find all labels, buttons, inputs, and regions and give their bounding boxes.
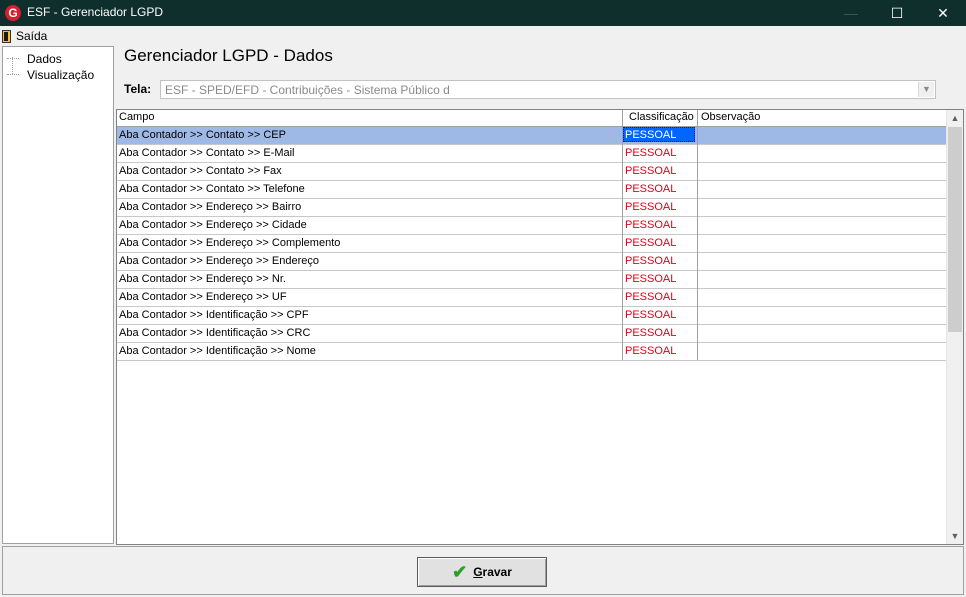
table-row[interactable]: Aba Contador >> Endereço >> Endereço PESS… <box>117 253 946 271</box>
table-row[interactable]: Aba Contador >> Identificação >> CPF PESS… <box>117 307 946 325</box>
tree-item-label: Visualização <box>27 67 95 82</box>
scroll-down-icon[interactable]: ▼ <box>947 528 963 544</box>
column-divider[interactable] <box>622 110 623 360</box>
menu-item-label: Saída <box>16 29 48 43</box>
column-header-campo[interactable]: Campo <box>119 111 154 123</box>
cell-classificacao[interactable]: PESSOAL <box>625 327 676 339</box>
gravar-label: Gravar <box>473 565 512 579</box>
table-row[interactable]: Aba Contador >> Contato >> CEP PESSOAL <box>117 127 946 145</box>
cell-classificacao[interactable]: PESSOAL <box>625 345 676 357</box>
cell-classificacao[interactable]: PESSOAL <box>625 219 676 231</box>
esf-logo-icon: G <box>5 5 21 21</box>
gravar-button[interactable]: ✔ Gravar <box>417 557 547 587</box>
tela-label: Tela: <box>124 82 152 96</box>
window-title: ESF - Gerenciador LGPD <box>27 5 164 19</box>
cell-classificacao[interactable]: PESSOAL <box>625 273 676 285</box>
tree-item-dados[interactable]: Dados <box>7 51 62 66</box>
tela-select-value: ESF - SPED/EFD - Contribuições - Sistema… <box>165 83 450 97</box>
table-row[interactable]: Aba Contador >> Identificação >> Nome PES… <box>117 343 946 361</box>
close-button[interactable]: ✕ <box>920 0 966 26</box>
cell-campo: Aba Contador >> Identificação >> Nome <box>119 345 316 357</box>
cell-classificacao[interactable]: PESSOAL <box>625 201 676 213</box>
cell-campo: Aba Contador >> Contato >> CEP <box>119 129 286 141</box>
grid-header: Campo Classificação Observação <box>117 110 948 127</box>
cell-classificacao[interactable]: PESSOAL <box>625 291 676 303</box>
menu-bar: Saída <box>0 26 966 46</box>
vertical-scrollbar[interactable]: ▲ ▼ <box>946 110 963 544</box>
menu-item-saida[interactable]: Saída <box>2 28 47 44</box>
cell-campo: Aba Contador >> Endereço >> Cidade <box>119 219 307 231</box>
cell-classificacao[interactable]: PESSOAL <box>625 309 676 321</box>
cell-campo: Aba Contador >> Contato >> Fax <box>119 165 282 177</box>
table-row[interactable]: Aba Contador >> Contato >> Fax PESSOAL <box>117 163 946 181</box>
tree-item-visualizacao[interactable]: Visualização <box>7 67 94 82</box>
cell-campo: Aba Contador >> Identificação >> CRC <box>119 327 311 339</box>
table-row[interactable]: Aba Contador >> Endereço >> Complemento P… <box>117 235 946 253</box>
table-row[interactable]: Aba Contador >> Identificação >> CRC PESS… <box>117 325 946 343</box>
table-row[interactable]: Aba Contador >> Endereço >> Nr. PESSOAL <box>117 271 946 289</box>
checkmark-icon: ✔ <box>452 562 468 582</box>
scroll-thumb[interactable] <box>948 127 962 332</box>
cell-classificacao[interactable]: PESSOAL <box>625 165 676 177</box>
table-row[interactable]: Aba Contador >> Contato >> Telefone PESSO… <box>117 181 946 199</box>
table-row[interactable]: Aba Contador >> Contato >> E-Mail PESSOAL <box>117 145 946 163</box>
chevron-down-icon[interactable]: ▼ <box>918 82 934 97</box>
maximize-button[interactable]: ☐ <box>874 0 920 26</box>
cell-classificacao[interactable]: PESSOAL <box>623 127 695 142</box>
cell-campo: Aba Contador >> Endereço >> Bairro <box>119 201 302 213</box>
cell-campo: Aba Contador >> Endereço >> Nr. <box>119 273 286 285</box>
cell-campo: Aba Contador >> Endereço >> Endereço <box>119 255 319 267</box>
tree-item-label: Dados <box>27 51 62 66</box>
navigation-tree: Dados Visualização <box>2 46 114 544</box>
tree-branch <box>7 74 19 75</box>
title-bar: G ESF - Gerenciador LGPD — ☐ ✕ <box>0 0 966 26</box>
scroll-up-icon[interactable]: ▲ <box>947 110 963 126</box>
tela-select[interactable]: ESF - SPED/EFD - Contribuições - Sistema… <box>160 80 936 99</box>
minimize-button[interactable]: — <box>828 0 874 26</box>
table-row[interactable]: Aba Contador >> Endereço >> Bairro PESSOA… <box>117 199 946 217</box>
fields-grid[interactable]: Campo Classificação Observação Aba Conta… <box>116 109 964 545</box>
cell-campo: Aba Contador >> Contato >> E-Mail <box>119 147 295 159</box>
exit-door-icon <box>2 29 11 43</box>
cell-classificacao[interactable]: PESSOAL <box>625 237 676 249</box>
cell-campo: Aba Contador >> Contato >> Telefone <box>119 183 305 195</box>
cell-campo: Aba Contador >> Identificação >> CPF <box>119 309 309 321</box>
cell-campo: Aba Contador >> Endereço >> UF <box>119 291 287 303</box>
table-row[interactable]: Aba Contador >> Endereço >> UF PESSOAL <box>117 289 946 307</box>
cell-classificacao[interactable]: PESSOAL <box>625 255 676 267</box>
table-row[interactable]: Aba Contador >> Endereço >> Cidade PESSOA… <box>117 217 946 235</box>
cell-classificacao[interactable]: PESSOAL <box>625 183 676 195</box>
cell-classificacao[interactable]: PESSOAL <box>625 147 676 159</box>
column-header-observacao[interactable]: Observação <box>701 111 760 123</box>
column-divider[interactable] <box>697 110 698 360</box>
tree-branch <box>7 58 19 59</box>
cell-campo: Aba Contador >> Endereço >> Complemento <box>119 237 341 249</box>
page-title: Gerenciador LGPD - Dados <box>124 46 333 65</box>
column-header-classificacao[interactable]: Classificação <box>629 111 694 123</box>
